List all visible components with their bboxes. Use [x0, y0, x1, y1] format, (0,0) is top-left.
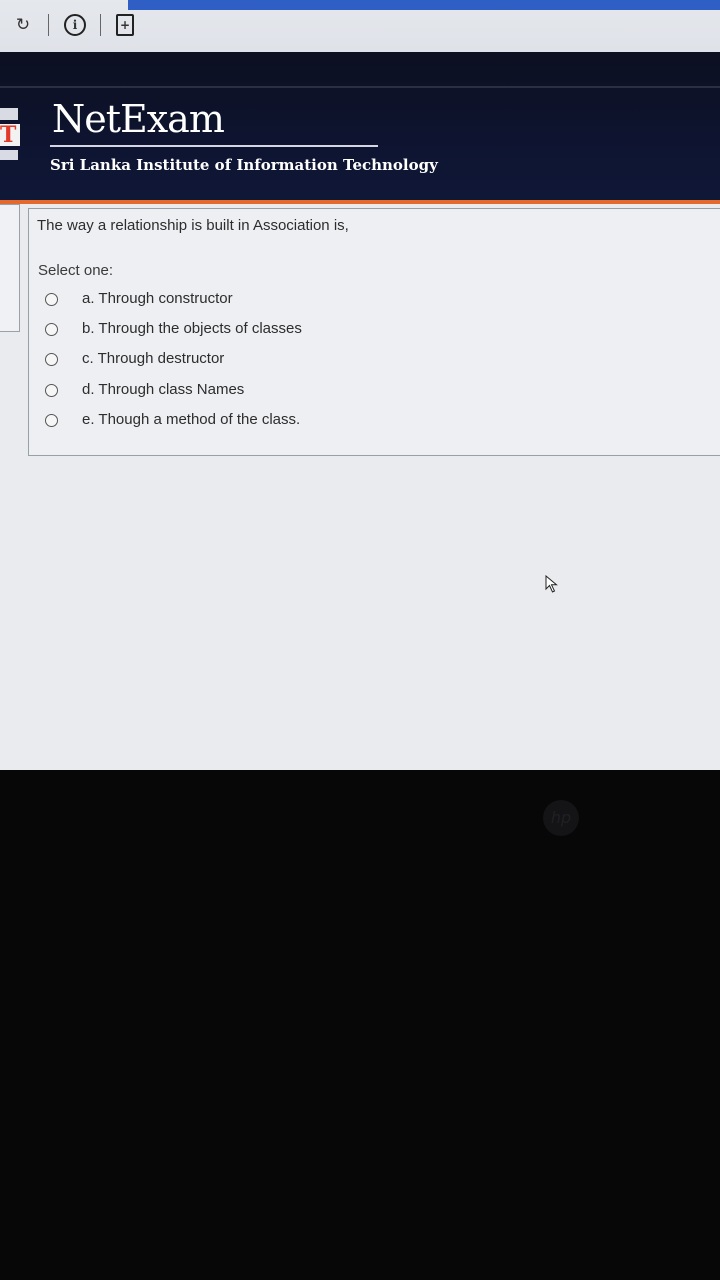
toolbar-separator [48, 14, 49, 36]
laptop-screen: ↻ i + T NetExam Sri Lanka Institute of I… [0, 0, 720, 770]
select-prompt: Select one: [38, 262, 114, 279]
radio-button[interactable] [45, 384, 58, 397]
mouse-pointer-icon [545, 575, 558, 593]
hp-logo-icon: hp [543, 800, 579, 836]
answer-option-d[interactable]: d. Through class Names [29, 380, 429, 404]
site-title: NetExam [52, 97, 225, 141]
page-icon[interactable]: + [116, 14, 134, 36]
question-info-panel [0, 204, 20, 332]
sliit-logo-icon: T [0, 104, 20, 178]
site-subtitle: Sri Lanka Institute of Information Techn… [50, 156, 438, 174]
radio-button[interactable] [45, 353, 58, 366]
option-label: e. Though a method of the class. [82, 411, 301, 428]
answer-option-b[interactable]: b. Through the objects of classes [29, 319, 429, 343]
info-icon[interactable]: i [64, 14, 86, 36]
option-label: b. Through the objects of classes [82, 320, 302, 337]
toolbar-separator [100, 14, 101, 36]
answer-option-e[interactable]: e. Though a method of the class. [29, 410, 429, 434]
title-underline [50, 145, 378, 147]
browser-tab-strip [128, 0, 720, 10]
answer-option-c[interactable]: c. Through destructor [29, 349, 429, 373]
question-card: The way a relationship is built in Assoc… [28, 208, 720, 456]
option-label: d. Through class Names [82, 381, 245, 398]
option-label: a. Through constructor [82, 290, 233, 307]
browser-toolbar: ↻ i + [0, 0, 720, 52]
header-divider [0, 86, 720, 88]
header-accent-line [0, 200, 720, 204]
radio-button[interactable] [45, 414, 58, 427]
radio-button[interactable] [45, 293, 58, 306]
refresh-icon[interactable]: ↻ [12, 14, 34, 36]
laptop-bezel [0, 770, 720, 1280]
answer-option-a[interactable]: a. Through constructor [29, 289, 429, 313]
option-label: c. Through destructor [82, 350, 225, 367]
radio-button[interactable] [45, 323, 58, 336]
question-text: The way a relationship is built in Assoc… [37, 217, 349, 234]
